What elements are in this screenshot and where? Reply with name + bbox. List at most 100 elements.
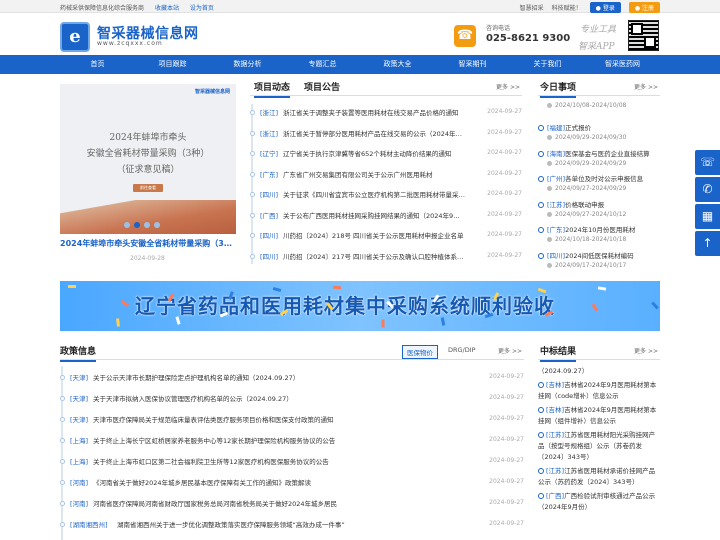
row-title[interactable]: 辽宁省关于执行京津冀等省652个耗材主动降价结果的通知 [283, 148, 465, 158]
bid-more-link[interactable]: 更多 >> [634, 346, 658, 355]
nav-data-analysis[interactable]: 数据分析 [210, 55, 285, 74]
policy-row[interactable]: [天津] 天津市医疗保障局关于规范临床量表评估类医疗服务项目价格和医保支付政策的通… [60, 411, 524, 429]
row-title[interactable]: 川药招〔2024〕218号 四川省关于公示医用耗材申报企业名单 [283, 230, 465, 240]
project-row[interactable]: [四川] 川药招〔2024〕217号 四川省关于公示及确认口腔种植体系统价格 202… [250, 248, 522, 266]
phone-number: 025-8621 9300 [486, 33, 571, 44]
project-row[interactable]: [广东] 广东省广州交易集团有限公司关于公示广州医用耗材 2024-09-27 [250, 166, 522, 184]
today-more-link[interactable]: 更多 >> [634, 82, 658, 91]
service-link[interactable]: 科技赋能！ [552, 3, 582, 12]
banner-carousel[interactable]: 智采器械信息网 2024年蚌埠市牵头 安徽全省耗材带量采购（3种） （征求意见稿… [60, 84, 236, 234]
today-item-title[interactable]: [广东]2024年10月份医用耗材 [538, 224, 660, 234]
row-title[interactable]: 关于终止上海市虹口区第二社会福利院卫生所等12家医疗机构医保服务协议的公告 [93, 456, 466, 466]
today-item[interactable]: [江苏]价格联动申报 2024/09/27-2024/10/12 [538, 199, 660, 225]
nav-policy[interactable]: 政策大全 [360, 55, 435, 74]
nav-pharma-site[interactable]: 智采医药网 [585, 55, 660, 74]
nav-journal[interactable]: 智采期刊 [435, 55, 510, 74]
bid-item[interactable]: [江苏]江苏省医用耗材承诺价挂网产品公示（苏药药发〔2024〕343号） [538, 466, 660, 488]
row-title[interactable]: 关于终止上海长宁区虹桥居家养老服务中心等12家长期护理保险机构服务协议的公告 [93, 435, 466, 445]
policy-row[interactable]: [上海] 关于终止上海长宁区虹桥居家养老服务中心等12家长期护理保险机构服务协议的… [60, 432, 524, 450]
qr-icon[interactable]: ▦ [695, 204, 720, 229]
tab-project-notices[interactable]: 项目公告 [304, 80, 340, 93]
project-row[interactable]: [浙江] 浙江省关于调整夹子装置等医用耗材在线交易产品价格的通知 2024-09-2… [250, 104, 522, 122]
today-item-title[interactable]: [广州]各单位及时对公示申报信息 [538, 173, 660, 183]
policy-row[interactable]: [天津] 关于天津市拟纳入医保协议管理医疗机构名单的公示（2024.09.27） 2… [60, 390, 524, 408]
project-row[interactable]: [广西] 关于公布广西医用耗材挂网采购挂网结果的通知（2024年9月） 2024-0… [250, 207, 522, 225]
set-homepage-link[interactable]: 设为首页 [190, 5, 214, 12]
row-date: 2024-09-27 [487, 108, 522, 115]
login-button[interactable]: ● 登录 [589, 2, 621, 13]
policy-row[interactable]: [河南] 河南省医疗保障局河南省财政厅国家税务总局河南省税务局关于做好2024年城… [60, 495, 524, 513]
bookmark-link[interactable]: 收藏本站 [155, 5, 179, 12]
project-more-link[interactable]: 更多 >> [496, 82, 520, 91]
logo-url: www.zcqxxx.com [97, 40, 163, 47]
row-title[interactable]: 浙江省关于暂停部分医用耗材产品在线交易的公示（2024年9月） [283, 128, 465, 138]
policy-row[interactable]: [河南] 《河南省关于做好2024年城乡居民基本医疗保障有关工作的通知》政策解读 2… [60, 474, 524, 492]
tab-medical-pricing[interactable]: 医保物价 [402, 345, 438, 359]
carousel-dot[interactable] [144, 222, 150, 228]
carousel-dot[interactable] [124, 222, 130, 228]
row-title[interactable]: 浙江省关于调整夹子装置等医用耗材在线交易产品价格的通知 [283, 107, 465, 117]
nav-home[interactable]: 首页 [60, 55, 135, 74]
today-item[interactable]: 2024/10/08-2024/10/08 [538, 102, 660, 122]
carousel-dot[interactable] [154, 222, 160, 228]
timeline-dot [250, 151, 255, 156]
bid-item[interactable]: （2024.09.27） [538, 366, 660, 377]
row-region: [四川] [260, 252, 279, 261]
row-date: 2024-09-27 [489, 478, 524, 485]
nav-project-tracking[interactable]: 项目跟踪 [135, 55, 210, 74]
bid-item[interactable]: [广西]广西检验试剂审核通过产品公示（2024年9月份） [538, 491, 660, 513]
zhicai-link[interactable]: 智慧招采 [520, 3, 544, 12]
today-item[interactable]: [广东]2024年10月份医用耗材 2024/10/18-2024/10/18 [538, 224, 660, 250]
row-date: 2024-09-27 [487, 169, 522, 177]
row-region: [上海] [70, 437, 89, 445]
tab-project-news[interactable]: 项目动态 [254, 80, 291, 98]
bid-region: [江苏] [546, 431, 565, 439]
today-period-text: 2024/09/27-2024/09/29 [555, 185, 627, 192]
phone-icon[interactable]: ✆ [695, 177, 720, 202]
project-row[interactable]: [四川] 川药招〔2024〕218号 四川省关于公示医用耗材申报企业名单 2024-… [250, 227, 522, 245]
policy-row[interactable]: [湖南湘西州] 湖南省湘西州关于进一步优化调整政策落实医疗保障服务领域“高效办成一… [60, 516, 524, 534]
row-title[interactable]: 关于公示天津市长期护理保险定点护理机构名单的通知（2024.09.27） [93, 372, 466, 382]
today-item-title[interactable]: [四川]2024间低医保耗材编码 [538, 250, 660, 260]
today-item-title[interactable]: [福建]正式报价 [538, 122, 660, 132]
project-row[interactable]: [辽宁] 辽宁省关于执行京津冀等省652个耗材主动降价结果的通知 2024-09-2… [250, 145, 522, 163]
row-title[interactable]: 湖南省湘西州关于进一步优化调整政策落实医疗保障服务领域“高效办成一件事” [117, 519, 466, 529]
logo-icon[interactable]: e [60, 22, 90, 52]
back-to-top-icon[interactable]: ↑ [695, 231, 720, 256]
banner-view-button[interactable]: 前往查看 [133, 184, 163, 192]
today-item[interactable]: [海南]医保基金与医药企业直接结算 2024/09/29-2024/09/29 [538, 148, 660, 174]
promo-banner[interactable]: 辽宁省药品和医用耗材集中采购系统顺利验收 [60, 281, 660, 331]
project-row[interactable]: [四川] 关于征求《四川省宜宾市公立医疗机构第二批医用耗材带量采购》意见 2024-… [250, 186, 522, 204]
row-title[interactable]: 关于天津市拟纳入医保协议管理医疗机构名单的公示（2024.09.27） [93, 393, 466, 403]
today-item[interactable]: [福建]正式报价 2024/09/29-2024/09/30 [538, 122, 660, 148]
today-item-title[interactable]: [江苏]价格联动申报 [538, 199, 660, 209]
bid-item[interactable]: [吉林]吉林省2024年9月医用耗材第本挂网（组件增补）信息公示 [538, 405, 660, 427]
row-date: 2024-09-27 [489, 436, 524, 443]
today-item[interactable]: [广州]各单位及时对公示申报信息 2024/09/27-2024/09/29 [538, 173, 660, 199]
bid-item[interactable]: [吉林]吉林省2024年9月医用耗材第本挂网（code增补）信息公示 [538, 380, 660, 402]
headset-icon[interactable]: ☏ [695, 150, 720, 175]
row-title[interactable]: 河南省医疗保障局河南省财政厅国家税务总局河南省税务局关于做好2024年城乡居民 [93, 498, 466, 508]
today-item[interactable]: [四川]2024间低医保耗材编码 2024/09/17-2024/10/17 [538, 250, 660, 268]
row-title[interactable]: 《河南省关于做好2024年城乡居民基本医疗保障有关工作的通知》政策解读 [93, 477, 466, 487]
row-title[interactable]: 广东省广州交易集团有限公司关于公示广州医用耗材 [283, 169, 465, 179]
row-title[interactable]: 川药招〔2024〕217号 四川省关于公示及确认口腔种植体系统价格 [283, 251, 465, 261]
policy-row[interactable]: [天津] 关于公示天津市长期护理保险定点护理机构名单的通知（2024.09.27）… [60, 369, 524, 387]
policy-row[interactable]: [上海] 关于终止上海市虹口区第二社会福利院卫生所等12家医疗机构医保服务协议的公… [60, 453, 524, 471]
banner-caption[interactable]: 2024年蚌埠市牵头安徽全省耗材带量采购（3种）（征求意见稿） [60, 238, 236, 249]
tab-drg-dip[interactable]: DRG/DIP [448, 346, 476, 354]
today-bullet-icon [538, 176, 544, 182]
nav-topics[interactable]: 专题汇总 [285, 55, 360, 74]
today-item-title[interactable]: [海南]医保基金与医药企业直接结算 [538, 148, 660, 158]
carousel-dot-active[interactable] [134, 222, 140, 228]
row-title[interactable]: 天津市医疗保障局关于规范临床量表评估类医疗服务项目价格和医保支付政策的通知 [93, 414, 466, 424]
policy-more-link[interactable]: 更多 >> [498, 346, 522, 355]
timeline-dot [250, 233, 255, 238]
nav-about[interactable]: 关于我们 [510, 55, 585, 74]
bid-item[interactable]: [江苏]江苏省医用耗材阳光采购挂网产品（按型号规格组）公示（苏卷药发〔2024〕… [538, 430, 660, 463]
register-button[interactable]: ● 注册 [628, 2, 660, 13]
project-row[interactable]: [浙江] 浙江省关于暂停部分医用耗材产品在线交易的公示（2024年9月） 2024-… [250, 125, 522, 143]
row-title[interactable]: 关于征求《四川省宜宾市公立医疗机构第二批医用耗材带量采购》意见 [283, 189, 465, 199]
timeline-dot [250, 212, 255, 218]
row-title[interactable]: 关于公布广西医用耗材挂网采购挂网结果的通知（2024年9月） [283, 210, 465, 220]
